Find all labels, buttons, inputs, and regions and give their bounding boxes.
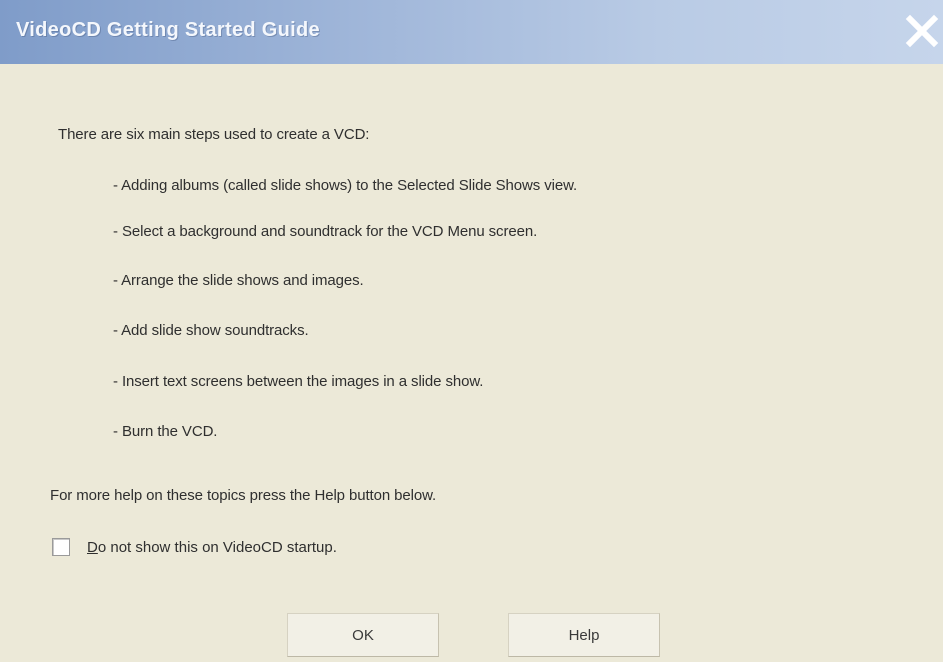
- title-bar[interactable]: VideoCD Getting Started Guide: [0, 0, 943, 64]
- ok-button[interactable]: OK: [287, 613, 439, 657]
- close-button[interactable]: [903, 12, 941, 50]
- checkbox-label-rest: o not show this on VideoCD startup.: [97, 538, 337, 556]
- startup-checkbox-row[interactable]: Do not show this on VideoCD startup.: [52, 538, 337, 556]
- window-title: VideoCD Getting Started Guide: [16, 19, 320, 41]
- step-item-2: - Select a background and soundtrack for…: [113, 223, 538, 240]
- dialog-window: VideoCD Getting Started Guide There are …: [0, 0, 943, 662]
- close-icon: [905, 14, 939, 48]
- help-hint-text: For more help on these topics press the …: [50, 487, 437, 504]
- startup-checkbox[interactable]: [52, 538, 70, 556]
- step-item-6: - Burn the VCD.: [113, 423, 218, 440]
- step-item-4: - Add slide show soundtracks.: [113, 322, 309, 339]
- checkbox-mnemonic: D: [87, 538, 98, 556]
- startup-checkbox-label[interactable]: Do not show this on VideoCD startup.: [87, 539, 337, 556]
- dialog-content: There are six main steps used to create …: [0, 64, 943, 662]
- intro-text: There are six main steps used to create …: [58, 126, 370, 143]
- step-item-5: - Insert text screens between the images…: [113, 373, 484, 390]
- step-item-1: - Adding albums (called slide shows) to …: [113, 177, 578, 194]
- step-item-3: - Arrange the slide shows and images.: [113, 272, 364, 289]
- help-button[interactable]: Help: [508, 613, 660, 657]
